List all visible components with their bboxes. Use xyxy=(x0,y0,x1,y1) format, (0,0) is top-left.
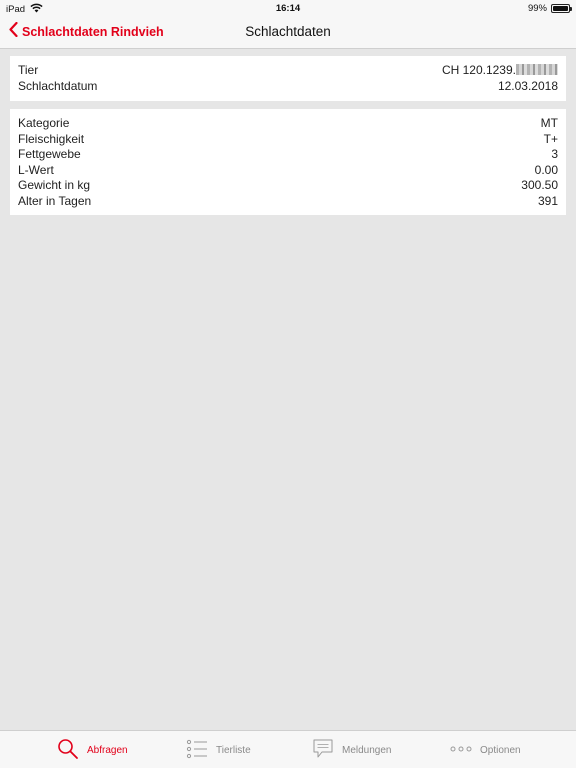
row-value: 300.50 xyxy=(521,178,558,192)
tab-tierliste[interactable]: Tierliste xyxy=(186,738,251,762)
tab-meldungen[interactable]: Meldungen xyxy=(312,738,391,762)
detail-row-schlachtdatum: Schlachtdatum 12.03.2018 xyxy=(18,79,558,95)
slaughter-metrics-card: Kategorie MT Fleischigkeit T+ Fettgewebe… xyxy=(10,109,566,215)
battery-percent: 99% xyxy=(527,3,547,14)
detail-row-gewicht: Gewicht in kg 300.50 xyxy=(18,178,558,194)
animal-identity-card: Tier CH 120.1239. Schlachtdatum 12.03.20… xyxy=(10,56,566,101)
row-value: 12.03.2018 xyxy=(497,78,558,93)
row-value: 0.00 xyxy=(534,162,558,177)
animal-id-text: CH 120.1239. xyxy=(441,63,516,77)
status-bar: iPad 16:14 99% xyxy=(0,0,576,16)
tab-optionen[interactable]: Optionen xyxy=(450,738,521,762)
page-title: Schlachtdaten xyxy=(245,24,331,39)
redacted-id-block xyxy=(516,64,558,75)
detail-row-alter: Alter in Tagen 391 xyxy=(18,194,558,210)
row-label: Kategorie xyxy=(18,116,70,130)
row-label: Alter in Tagen xyxy=(18,193,92,208)
more-dots-icon xyxy=(450,738,472,763)
tab-bar: Abfragen Tierliste Meldungen Optionen xyxy=(0,730,576,768)
row-label: Gewicht in kg xyxy=(18,178,91,192)
tab-label: Tierliste xyxy=(216,744,251,756)
row-value: MT xyxy=(540,116,558,130)
row-value: 391 xyxy=(537,193,558,208)
detail-row-tier: Tier CH 120.1239. xyxy=(18,63,558,79)
row-label: Tier xyxy=(18,63,39,77)
row-value: T+ xyxy=(543,131,558,146)
navigation-bar: Schlachtdaten Rindvieh Schlachtdaten xyxy=(0,16,576,49)
tab-label: Meldungen xyxy=(342,744,392,756)
row-label: Fleischigkeit xyxy=(18,131,85,146)
speech-bubble-icon xyxy=(312,738,334,763)
battery-icon xyxy=(551,4,572,13)
battery-level xyxy=(553,6,568,11)
tab-label: Abfragen xyxy=(87,744,128,756)
detail-row-fettgewebe: Fettgewebe 3 xyxy=(18,147,558,163)
row-label: Schlachtdatum xyxy=(18,78,98,93)
detail-row-fleischigkeit: Fleischigkeit T+ xyxy=(18,132,558,148)
list-icon xyxy=(186,738,208,763)
detail-row-kategorie: Kategorie MT xyxy=(18,116,558,132)
status-time: 16:14 xyxy=(275,3,301,14)
row-label: Fettgewebe xyxy=(18,147,81,161)
row-label: L-Wert xyxy=(18,162,54,177)
detail-row-l-wert: L-Wert 0.00 xyxy=(18,163,558,179)
status-right: 99% xyxy=(527,3,572,14)
search-icon xyxy=(57,738,79,763)
tab-abfragen[interactable]: Abfragen xyxy=(57,738,128,762)
row-value: 3 xyxy=(551,147,558,161)
row-value: CH 120.1239. xyxy=(442,63,558,79)
tab-label: Optionen xyxy=(480,744,521,756)
